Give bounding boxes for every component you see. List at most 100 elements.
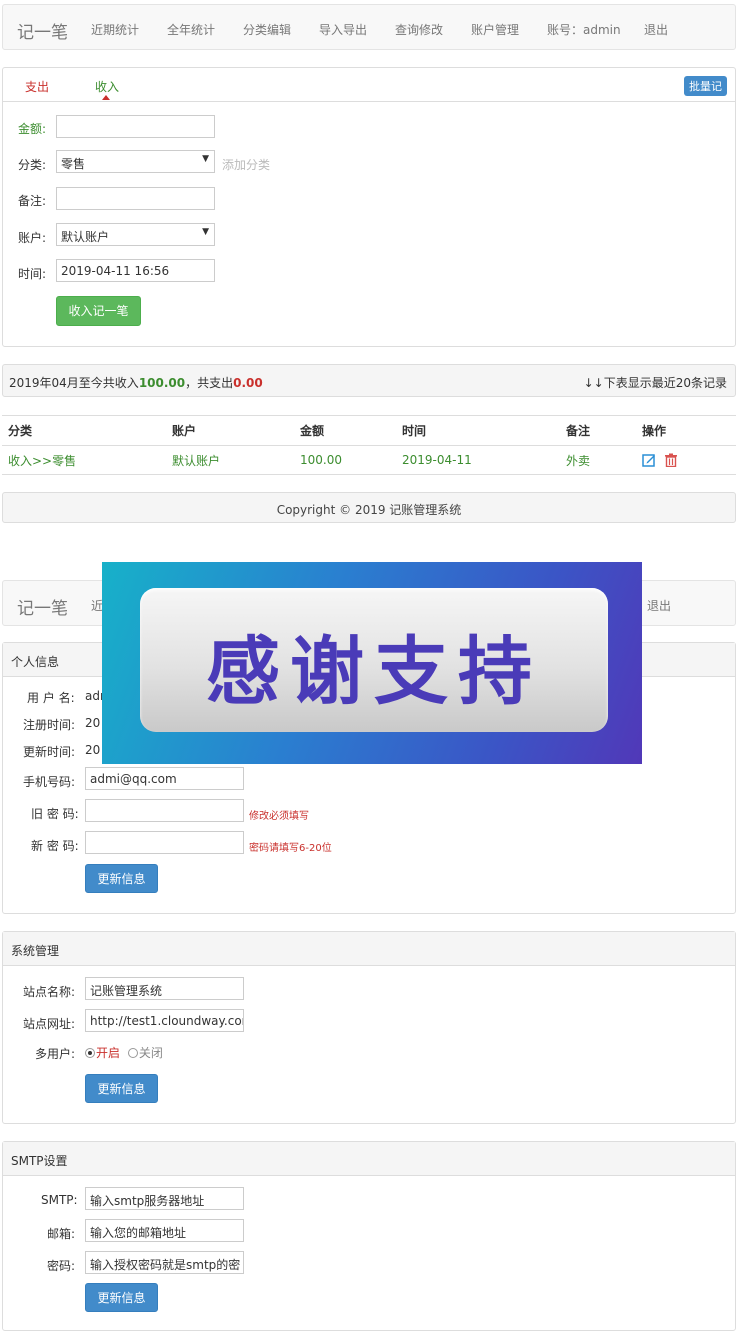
row-actions (636, 445, 736, 475)
smtp-server-label: SMTP: (41, 1193, 78, 1207)
phone-label: 手机号码: (23, 775, 76, 789)
dropdown-arrow-icon: ▼ (202, 154, 209, 164)
register-time-value: 20 (85, 716, 101, 730)
summary-income-value: 100.00 (138, 376, 186, 390)
add-category-link[interactable]: 添加分类 (222, 156, 270, 173)
note-input[interactable] (56, 187, 215, 210)
account-selected-value: 默认账户 (61, 230, 110, 244)
phone-input[interactable]: admi@qq.com (85, 767, 244, 790)
tab-income[interactable]: 收入 (95, 78, 119, 95)
system-title: 系统管理 (11, 944, 60, 958)
submit-income-button[interactable]: 收入记一笔 (56, 296, 141, 326)
update-time-label: 更新时间: (23, 745, 76, 759)
smtp-password-label: 密码: (47, 1259, 76, 1273)
multi-user-radio-group: 开启 关闭 (85, 1044, 163, 1061)
smtp-email-input[interactable]: 输入您的邮箱地址 (85, 1219, 244, 1242)
brand-logo[interactable]: 记一笔 (17, 18, 68, 43)
smtp-panel-header: SMTP设置 (3, 1142, 735, 1176)
summary-middle: ，共支出 (185, 376, 234, 390)
entry-tabs-bar: 支出 收入 批量记 (3, 68, 735, 102)
col-note: 备注 (560, 415, 636, 446)
col-category: 分类 (2, 415, 166, 446)
register-time-label: 注册时间: (23, 718, 76, 732)
nav-import-export[interactable]: 导入导出 (319, 21, 367, 38)
footer-bar: Copyright © 2019 记账管理系统 (2, 492, 736, 523)
site-name-label: 站点名称: (23, 985, 76, 999)
smtp-update-button[interactable]: 更新信息 (85, 1283, 158, 1312)
profile-update-button[interactable]: 更新信息 (85, 864, 158, 893)
system-update-button[interactable]: 更新信息 (85, 1074, 158, 1103)
col-time: 时间 (396, 415, 560, 446)
update-time-value: 20 (85, 743, 101, 757)
system-panel: 系统管理 站点名称: 记账管理系统 站点网址: http://test1.clo… (2, 931, 736, 1124)
time-label: 时间: (18, 267, 47, 281)
records-table: 分类 账户 金额 时间 备注 操作 收入>>零售 默认账户 100.00 201… (2, 415, 736, 475)
amount-input[interactable] (56, 115, 215, 138)
multi-user-on-label[interactable]: 开启 (96, 1046, 120, 1060)
row-time: 2019-04-11 (396, 445, 560, 475)
new-password-input[interactable] (85, 831, 244, 854)
old-password-hint: 修改必须填写 (249, 811, 309, 822)
thanks-banner-card: 感谢支持 (140, 588, 608, 732)
category-selected-value: 零售 (61, 157, 86, 171)
amount-label: 金额: (18, 122, 47, 136)
username-label: 用 户 名: (27, 691, 75, 705)
time-input[interactable]: 2019-04-11 16:56 (56, 259, 215, 282)
nav-logout-2[interactable]: 退出 (647, 597, 671, 614)
top-navbar: 记一笔 近期统计 全年统计 分类编辑 导入导出 查询修改 账户管理 账号：adm… (2, 4, 736, 50)
row-amount: 100.00 (294, 445, 396, 475)
copyright-text: Copyright © 2019 记账管理系统 (276, 503, 462, 517)
site-url-input[interactable]: http://test1.cloundway.com (85, 1009, 244, 1032)
profile-title: 个人信息 (11, 655, 60, 669)
summary-prefix: 2019年04月至今共收入 (9, 376, 139, 390)
multi-user-off-radio[interactable] (127, 1048, 138, 1058)
system-panel-header: 系统管理 (3, 932, 735, 966)
nav-user-account[interactable]: 账号：admin (547, 21, 621, 38)
thanks-banner: 感谢支持 (102, 562, 642, 764)
recent-records-note: ↓↓下表显示最近20条记录 (583, 376, 727, 390)
col-account: 账户 (166, 415, 294, 446)
category-select[interactable]: 零售 ▼ (56, 150, 215, 173)
multi-user-off-label[interactable]: 关闭 (139, 1046, 163, 1060)
edit-icon[interactable] (642, 453, 656, 467)
row-account: 默认账户 (166, 445, 294, 475)
account-label: 账户: (18, 231, 47, 245)
tab-expense[interactable]: 支出 (25, 78, 49, 95)
multi-user-on-radio[interactable] (85, 1048, 95, 1058)
nav-category-edit[interactable]: 分类编辑 (243, 21, 291, 38)
nav-query-edit[interactable]: 查询修改 (395, 21, 443, 38)
note-label: 备注: (18, 194, 47, 208)
row-category: 收入>>零售 (2, 445, 166, 475)
summary-expense-value: 0.00 (233, 376, 263, 390)
site-name-input[interactable]: 记账管理系统 (85, 977, 244, 1000)
thanks-banner-text: 感谢支持 (206, 629, 542, 715)
site-url-label: 站点网址: (23, 1017, 76, 1031)
new-password-label: 新 密 码: (31, 839, 79, 853)
table-header-row: 分类 账户 金额 时间 备注 操作 (2, 415, 736, 446)
row-note: 外卖 (560, 445, 636, 475)
col-actions: 操作 (636, 415, 736, 446)
nav-account-manage[interactable]: 账户管理 (471, 21, 519, 38)
batch-entry-button[interactable]: 批量记 (684, 76, 727, 96)
smtp-panel: SMTP设置 SMTP: 输入smtp服务器地址 邮箱: 输入您的邮箱地址 密码… (2, 1141, 736, 1331)
nav-recent-stats[interactable]: 近期统计 (91, 21, 139, 38)
category-label: 分类: (18, 158, 47, 172)
entry-panel: 支出 收入 批量记 金额: 分类: 零售 ▼ 添加分类 备注: 账户: 默认账户… (2, 67, 736, 347)
old-password-label: 旧 密 码: (31, 807, 79, 821)
dropdown-arrow-icon: ▼ (202, 227, 209, 237)
account-select[interactable]: 默认账户 ▼ (56, 223, 215, 246)
summary-text: 2019年04月至今共收入100.00，共支出0.00 (9, 374, 263, 391)
brand-logo-2[interactable]: 记一笔 (17, 594, 68, 619)
smtp-server-input[interactable]: 输入smtp服务器地址 (85, 1187, 244, 1210)
table-row: 收入>>零售 默认账户 100.00 2019-04-11 外卖 (2, 445, 736, 475)
multi-user-label: 多用户: (35, 1047, 76, 1061)
smtp-password-input[interactable]: 输入授权密码就是smtp的密 (85, 1251, 244, 1274)
new-password-hint: 密码请填写6-20位 (249, 843, 332, 854)
summary-bar: 2019年04月至今共收入100.00，共支出0.00 ↓↓下表显示最近20条记… (2, 364, 736, 397)
col-amount: 金额 (294, 415, 396, 446)
delete-icon[interactable] (664, 453, 678, 468)
old-password-input[interactable] (85, 799, 244, 822)
smtp-title: SMTP设置 (11, 1154, 68, 1168)
nav-logout[interactable]: 退出 (644, 21, 668, 38)
nav-year-stats[interactable]: 全年统计 (167, 21, 215, 38)
